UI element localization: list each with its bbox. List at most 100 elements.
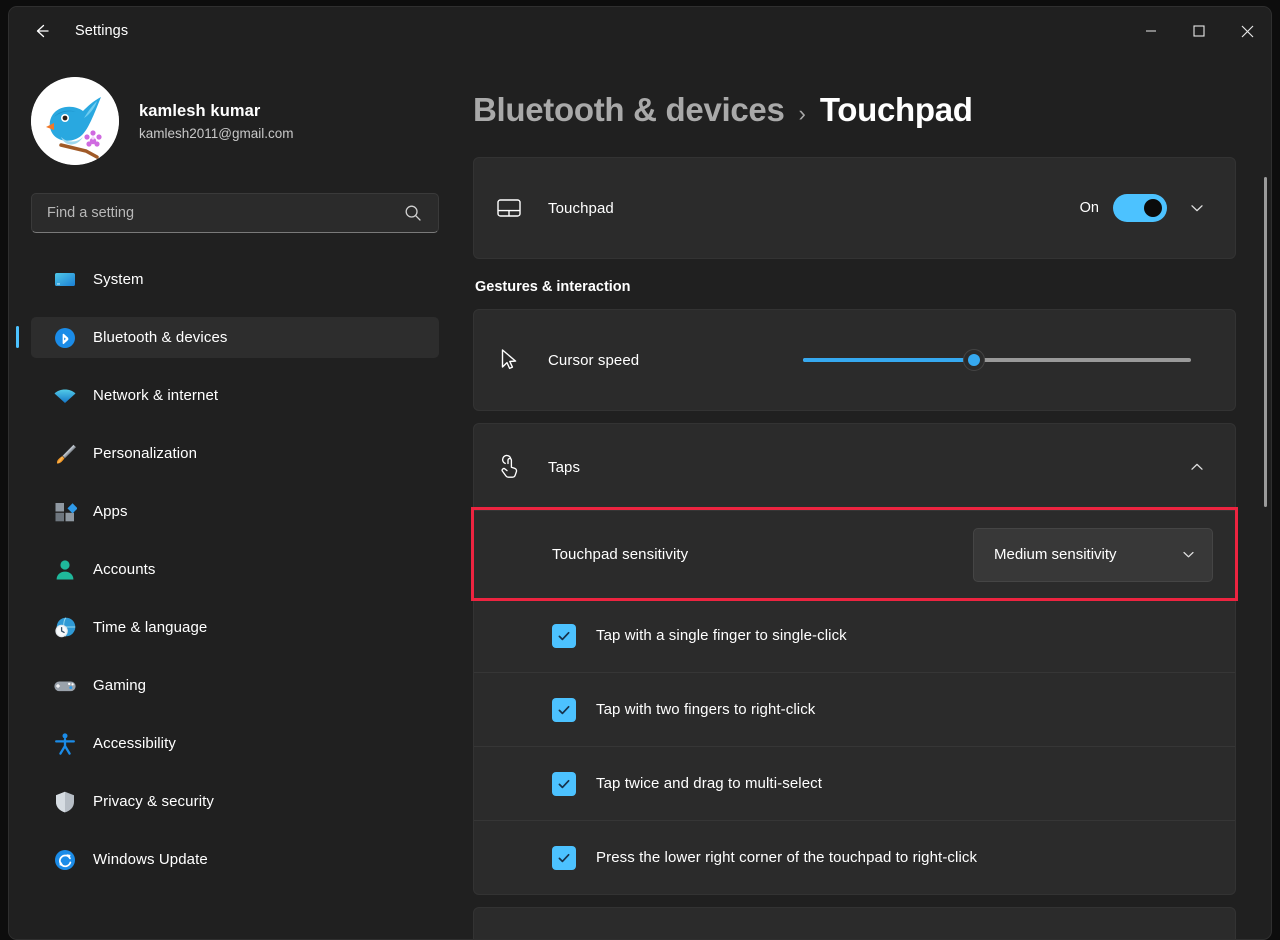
touchpad-toggle-state: On [1079, 200, 1099, 216]
search-box[interactable] [31, 193, 439, 233]
search-input[interactable] [32, 205, 404, 221]
page-title: Touchpad [819, 91, 973, 128]
cursor-speed-label: Cursor speed [548, 351, 640, 369]
apps-grid-icon [53, 500, 77, 524]
sidebar: kamlesh kumar kamlesh2011@gmail.com Find… [9, 55, 461, 939]
window-controls [1127, 7, 1271, 55]
sidebar-item-privacy-security[interactable]: Privacy & security [31, 781, 439, 822]
slider-fill [803, 358, 974, 362]
sidebar-item-label: Personalization [93, 445, 198, 462]
sidebar-item-label: Gaming [93, 677, 147, 694]
taps-controls [1167, 451, 1213, 483]
sidebar-item-accounts[interactable]: Accounts [31, 549, 439, 590]
bluetooth-icon [53, 326, 77, 350]
touchpad-sensitivity-value: Medium sensitivity [994, 546, 1117, 563]
clock-globe-icon [53, 616, 77, 640]
settings-window: Settings kamlesh kumar kamlesh2011@gmail… [8, 6, 1272, 940]
search-icon [404, 204, 422, 222]
touchpad-sensitivity-control: Medium sensitivity [973, 527, 1213, 582]
settings-content: Touchpad On Gestures & interaction Curso… [471, 157, 1238, 939]
touchpad-icon [496, 195, 526, 221]
checkbox-multi-select[interactable] [552, 771, 576, 796]
cursor-speed-control [803, 346, 1213, 374]
update-refresh-icon [53, 848, 77, 872]
touchpad-sensitivity-label: Touchpad sensitivity [552, 546, 689, 563]
sidebar-item-label: Time & language [93, 619, 208, 636]
sidebar-nav: System Bluetooth & devices Network & int… [9, 259, 461, 880]
sidebar-item-time-language[interactable]: Time & language [31, 607, 439, 648]
checkmark-icon [558, 631, 570, 640]
cursor-speed-row: Cursor speed [474, 310, 1235, 410]
sidebar-item-bluetooth-devices[interactable]: Bluetooth & devices [16, 317, 439, 358]
sidebar-item-label: Apps [93, 503, 128, 520]
cursor-pointer-icon [496, 347, 526, 373]
sidebar-item-accessibility[interactable]: Accessibility [31, 723, 439, 764]
maximize-icon [1193, 25, 1205, 37]
sidebar-item-label: Privacy & security [93, 793, 214, 810]
checkmark-icon [558, 705, 570, 714]
cursor-speed-slider[interactable] [803, 346, 1191, 374]
shield-icon [53, 790, 77, 814]
touchpad-controls: On [1080, 192, 1213, 224]
sidebar-item-gaming[interactable]: Gaming [31, 665, 439, 706]
checkbox-row-two-finger-right-click[interactable]: Tap with two fingers to right-click [474, 672, 1235, 746]
touchpad-sensitivity-row: Touchpad sensitivity Medium sensitivity [471, 507, 1238, 601]
close-button[interactable] [1223, 7, 1271, 55]
touchpad-expand-button[interactable] [1181, 192, 1213, 224]
checkbox-two-finger-right-click[interactable] [552, 697, 576, 722]
next-section-card [473, 907, 1236, 939]
sidebar-item-label: Accessibility [93, 735, 176, 752]
sidebar-item-personalization[interactable]: Personalization [31, 433, 439, 474]
touchpad-sensitivity-dropdown[interactable]: Medium sensitivity [973, 527, 1213, 582]
sidebar-item-system[interactable]: System [31, 259, 439, 300]
checkmark-icon [558, 779, 570, 788]
toggle-knob [1144, 199, 1162, 217]
checkbox-label: Press the lower right corner of the touc… [596, 849, 978, 866]
gamepad-icon [53, 674, 77, 698]
checkbox-row-single-click[interactable]: Tap with a single finger to single-click [474, 598, 1235, 672]
breadcrumb: Bluetooth & devices › Touchpad [473, 91, 1271, 129]
checkbox-lower-right-corner[interactable] [552, 845, 576, 870]
touchpad-label: Touchpad [548, 199, 614, 217]
checkbox-single-click[interactable] [552, 623, 576, 648]
profile-name: kamlesh kumar [139, 101, 261, 120]
user-profile[interactable]: kamlesh kumar kamlesh2011@gmail.com [31, 77, 461, 165]
touchpad-toggle[interactable] [1113, 194, 1167, 222]
checkbox-label: Tap twice and drag to multi-select [596, 775, 823, 792]
sidebar-item-apps[interactable]: Apps [31, 491, 439, 532]
section-title-gestures: Gestures & interaction [475, 279, 631, 295]
checkbox-row-lower-right-corner[interactable]: Press the lower right corner of the touc… [474, 820, 1235, 894]
paintbrush-icon [53, 442, 77, 466]
wifi-icon [53, 384, 77, 408]
scrollbar-thumb[interactable] [1264, 177, 1267, 507]
checkmark-icon [558, 853, 570, 862]
sidebar-item-label: Bluetooth & devices [93, 329, 228, 346]
sidebar-item-network-internet[interactable]: Network & internet [31, 375, 439, 416]
sidebar-item-label: System [93, 271, 144, 288]
chevron-down-icon [1191, 205, 1203, 212]
touchpad-row[interactable]: Touchpad On [474, 158, 1235, 258]
profile-email: kamlesh2011@gmail.com [139, 125, 294, 141]
checkbox-label: Tap with a single finger to single-click [596, 627, 847, 644]
checkbox-label: Tap with two fingers to right-click [596, 701, 816, 718]
sidebar-item-windows-update[interactable]: Windows Update [31, 839, 439, 880]
app-title: Settings [75, 23, 129, 39]
minimize-button[interactable] [1127, 7, 1175, 55]
taps-label: Taps [548, 458, 581, 476]
system-monitor-icon [53, 268, 77, 292]
cursor-speed-card: Cursor speed [473, 309, 1236, 411]
breadcrumb-parent[interactable]: Bluetooth & devices [473, 91, 785, 129]
sidebar-item-label: Network & internet [93, 387, 219, 404]
taps-collapse-button[interactable] [1181, 451, 1213, 483]
touchpad-card: Touchpad On [473, 157, 1236, 259]
person-icon [53, 558, 77, 582]
back-button[interactable] [21, 15, 63, 47]
maximize-button[interactable] [1175, 7, 1223, 55]
checkbox-row-multi-select[interactable]: Tap twice and drag to multi-select [474, 746, 1235, 820]
taps-row[interactable]: Taps [474, 424, 1235, 510]
sidebar-item-label: Windows Update [93, 851, 208, 868]
profile-text: kamlesh kumar kamlesh2011@gmail.com [139, 102, 294, 141]
slider-thumb[interactable] [962, 349, 985, 371]
bird-avatar-icon [31, 77, 119, 165]
tap-hand-icon [496, 454, 526, 480]
